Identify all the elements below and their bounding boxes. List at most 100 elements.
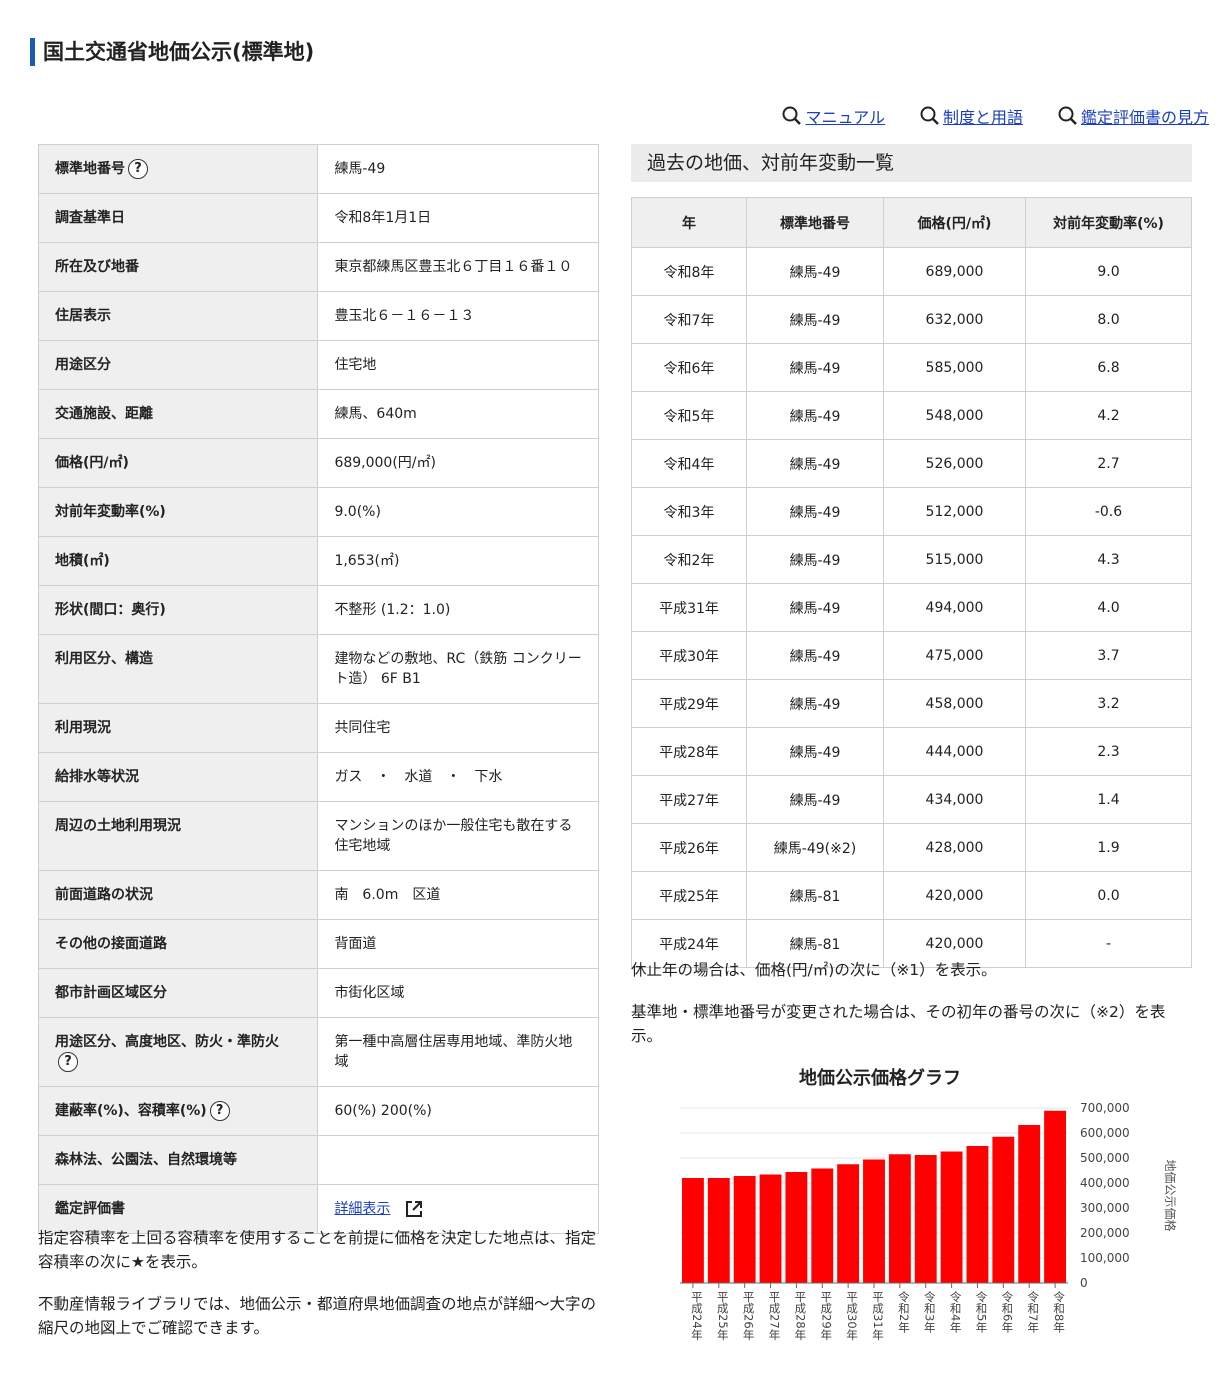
- detail-row: 用途区分、高度地区、防火・準防火? 第一種中高層住居専用地域、準防火地域: [37, 1017, 599, 1087]
- detail-value-cell: 市街化区域: [317, 968, 599, 1018]
- detail-value-cell: 住宅地: [317, 340, 599, 390]
- history-number: 練馬-49: [746, 535, 884, 584]
- bar[interactable]: [940, 1151, 963, 1284]
- table-row: 令和3年 練馬-49 512,000 -0.6: [631, 487, 1192, 536]
- history-year: 平成25年: [631, 871, 747, 920]
- external-link-icon[interactable]: [404, 1199, 424, 1219]
- history-change: 1.9: [1025, 823, 1192, 872]
- bar[interactable]: [1044, 1110, 1066, 1283]
- history-year: 令和8年: [631, 247, 747, 296]
- bar[interactable]: [888, 1154, 911, 1283]
- detail-value-cell: 令和8年1月1日: [317, 193, 599, 243]
- detail-value-cell: 689,000(円/㎡): [317, 438, 599, 488]
- help-icon[interactable]: ?: [128, 159, 148, 179]
- history-price: 512,000: [883, 487, 1026, 536]
- history-change: 4.0: [1025, 583, 1192, 632]
- detail-row: 森林法、公園法、自然環境等: [37, 1135, 599, 1185]
- detail-label: 住居表示: [55, 308, 111, 324]
- table-row: 令和4年 練馬-49 526,000 2.7: [631, 439, 1192, 488]
- help-icon[interactable]: ?: [58, 1052, 78, 1072]
- manual-link[interactable]: マニュアル: [805, 104, 885, 128]
- history-year: 平成30年: [631, 631, 747, 680]
- detail-label: 標準地番号: [55, 161, 125, 177]
- terms-link[interactable]: 制度と用語: [943, 104, 1023, 128]
- history-price: 585,000: [883, 343, 1026, 392]
- detail-row: 利用区分、構造 建物などの敷地、RC（鉄筋 コンクリート造） 6F B1: [37, 634, 599, 704]
- history-year: 令和6年: [631, 343, 747, 392]
- history-year: 令和7年: [631, 295, 747, 344]
- bar[interactable]: [682, 1178, 704, 1283]
- history-change: 4.3: [1025, 535, 1192, 584]
- bar[interactable]: [992, 1136, 1015, 1283]
- history-title: 過去の地価、対前年変動一覧: [631, 144, 1192, 182]
- history-number: 練馬-49: [746, 775, 884, 824]
- detail-row: 都市計画区域区分 市街化区域: [37, 968, 599, 1018]
- y-tick-label: 100,000: [1080, 1251, 1130, 1265]
- bar[interactable]: [785, 1172, 808, 1283]
- detail-label-cell: 地積(㎡): [37, 536, 319, 586]
- detail-value: 背面道: [334, 936, 377, 952]
- history-change: 3.2: [1025, 679, 1192, 728]
- detail-label: 所在及び地番: [55, 259, 139, 275]
- appraisal-guide-link[interactable]: 鑑定評価書の見方: [1081, 104, 1209, 128]
- detail-label: 調査基準日: [55, 210, 125, 226]
- history-change: 3.7: [1025, 631, 1192, 680]
- history-price: 632,000: [883, 295, 1026, 344]
- x-tick-label: 平成26年: [742, 1291, 756, 1340]
- bar[interactable]: [759, 1174, 782, 1284]
- history-number: 練馬-49: [746, 583, 884, 632]
- y-tick-label: 300,000: [1080, 1201, 1130, 1215]
- history-number: 練馬-49: [746, 295, 884, 344]
- table-row: 平成25年 練馬-81 420,000 0.0: [631, 871, 1192, 920]
- detail-row: 形状(間口：奥行) 不整形 (1.2：1.0): [37, 585, 599, 635]
- detail-value-cell: 共同住宅: [317, 703, 599, 753]
- detail-row: その他の接面道路 背面道: [37, 919, 599, 969]
- detail-label-cell: 対前年変動率(%): [37, 487, 319, 537]
- history-price: 420,000: [883, 871, 1026, 920]
- detail-value: 不整形 (1.2：1.0): [334, 602, 451, 618]
- history-change: 0.0: [1025, 871, 1192, 920]
- help-icon[interactable]: ?: [209, 1101, 230, 1121]
- appraisal-detail-link[interactable]: 詳細表示: [334, 1201, 390, 1217]
- detail-row: 所在及び地番 東京都練馬区豊玉北６丁目１６番１０: [37, 242, 599, 292]
- bar[interactable]: [811, 1168, 834, 1284]
- x-tick-label: 平成27年: [768, 1291, 782, 1340]
- detail-value-cell: 9.0(%): [317, 487, 599, 537]
- chart-title: 地価公示価格グラフ: [799, 1068, 961, 1089]
- detail-value-cell: 60(%) 200(%): [317, 1086, 599, 1136]
- bar[interactable]: [966, 1146, 989, 1283]
- detail-label: 価格(円/㎡): [55, 455, 129, 471]
- detail-label-cell: 所在及び地番: [37, 242, 319, 292]
- detail-row: 住居表示 豊玉北６－１６－１３: [37, 291, 599, 341]
- detail-label-cell: 価格(円/㎡): [37, 438, 319, 488]
- detail-label-cell: 用途区分、高度地区、防火・準防火?: [37, 1017, 319, 1087]
- detail-value-cell: 建物などの敷地、RC（鉄筋 コンクリート造） 6F B1: [317, 634, 599, 704]
- manual-link-group[interactable]: マニュアル: [781, 104, 885, 128]
- x-tick-label: 平成28年: [793, 1291, 807, 1340]
- history-number: 練馬-49: [746, 391, 884, 440]
- bar[interactable]: [837, 1164, 860, 1283]
- bar[interactable]: [914, 1155, 937, 1283]
- appraisal-guide-link-group[interactable]: 鑑定評価書の見方: [1057, 104, 1209, 128]
- x-tick-label: 平成30年: [845, 1291, 859, 1340]
- history-number: 練馬-81: [746, 871, 884, 920]
- table-row: 平成28年 練馬-49 444,000 2.3: [631, 727, 1192, 776]
- bar[interactable]: [733, 1176, 756, 1283]
- x-tick-label: 平成24年: [690, 1291, 704, 1340]
- history-price: 494,000: [883, 583, 1026, 632]
- detail-row: 建蔽率(%)、容積率(%)? 60(%) 200(%): [37, 1086, 599, 1136]
- detail-value-cell: 南 6.0m 区道: [317, 870, 599, 920]
- bar[interactable]: [707, 1178, 730, 1283]
- bar[interactable]: [863, 1159, 885, 1284]
- history-col-price: 価格(円/㎡): [883, 197, 1026, 248]
- detail-value: 練馬、640m: [334, 406, 417, 422]
- detail-row: 給排水等状況 ガス ・ 水道 ・ 下水: [37, 752, 599, 802]
- history-year: 平成31年: [631, 583, 747, 632]
- detail-label-cell: 住居表示: [37, 291, 319, 341]
- detail-value-cell: [317, 1135, 599, 1185]
- history-year: 令和2年: [631, 535, 747, 584]
- bar[interactable]: [1018, 1125, 1041, 1283]
- detail-value: 689,000(円/㎡): [334, 455, 436, 471]
- detail-row: 用途区分 住宅地: [37, 340, 599, 390]
- terms-link-group[interactable]: 制度と用語: [919, 104, 1023, 128]
